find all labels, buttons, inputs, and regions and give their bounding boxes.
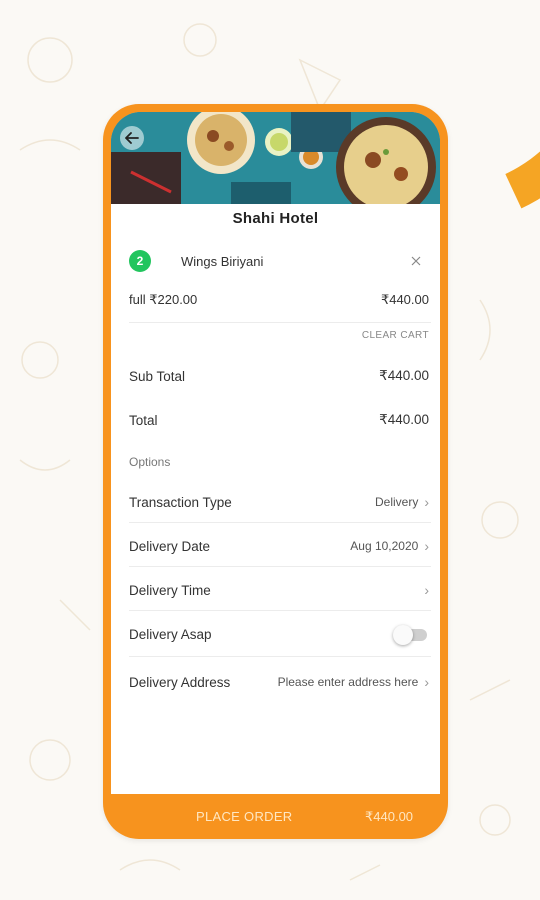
delivery-date-value: Aug 10,2020 [350, 539, 419, 553]
arrow-left-icon [125, 132, 139, 144]
delivery-address-placeholder: Please enter address here [277, 675, 419, 689]
transaction-type-row[interactable]: Transaction Type Delivery › [129, 494, 429, 510]
divider [129, 610, 431, 611]
delivery-date-row[interactable]: Delivery Date Aug 10,2020 › [129, 538, 429, 554]
delivery-asap-label: Delivery Asap [129, 627, 212, 642]
back-button[interactable] [120, 126, 144, 150]
close-icon [411, 256, 421, 265]
divider [129, 566, 431, 567]
divider [129, 322, 431, 323]
place-order-button[interactable]: PLACE ORDER [196, 809, 293, 824]
subtotal-row: Sub Total ₹440.00 [129, 368, 429, 384]
cart-screen: Shahi Hotel 2 Wings Biriyani full ₹220.0… [111, 112, 440, 794]
subtotal-label: Sub Total [129, 368, 186, 384]
item-line-total: ₹440.00 [380, 292, 429, 307]
delivery-time-row[interactable]: Delivery Time › [129, 582, 429, 598]
total-value: ₹440.00 [379, 412, 429, 427]
subtotal-value: ₹440.00 [379, 368, 429, 383]
options-heading-row: Options [129, 455, 429, 469]
cart-item-row: 2 Wings Biriyani [129, 250, 429, 272]
remove-item-button[interactable] [411, 254, 421, 269]
item-name: Wings Biriyani [181, 253, 264, 269]
clear-cart-row: CLEAR CART [129, 330, 429, 341]
transaction-type-label: Transaction Type [129, 494, 232, 510]
toggle-knob [393, 624, 413, 645]
food-photo-illustration [111, 112, 440, 204]
total-label: Total [129, 412, 158, 428]
chevron-right-icon: › [424, 674, 429, 690]
chevron-right-icon: › [424, 538, 429, 554]
divider [129, 522, 431, 523]
chevron-right-icon: › [424, 494, 429, 510]
delivery-asap-row: Delivery Asap [129, 624, 429, 645]
quantity-badge[interactable]: 2 [129, 250, 151, 272]
divider [129, 656, 431, 657]
delivery-time-label: Delivery Time [129, 582, 211, 598]
delivery-address-label: Delivery Address [129, 674, 231, 690]
clear-cart-button[interactable]: CLEAR CART [362, 330, 429, 341]
phone-frame: Shahi Hotel 2 Wings Biriyani full ₹220.0… [103, 104, 448, 839]
item-variant-price: full ₹220.00 [129, 292, 198, 307]
item-price-row: full ₹220.00 ₹440.00 [129, 292, 429, 308]
restaurant-hero-image [111, 112, 440, 204]
transaction-type-value: Delivery [374, 495, 419, 509]
delivery-date-label: Delivery Date [129, 538, 211, 554]
place-order-bar[interactable]: PLACE ORDER ₹440.00 [103, 794, 448, 839]
total-row: Total ₹440.00 [129, 412, 429, 428]
options-heading: Options [129, 455, 171, 469]
chevron-right-icon: › [424, 582, 429, 598]
delivery-address-row[interactable]: Delivery Address Please enter address he… [129, 674, 429, 690]
delivery-asap-toggle[interactable] [393, 624, 427, 645]
restaurant-name: Shahi Hotel [232, 210, 319, 227]
order-amount: ₹440.00 [365, 808, 414, 824]
